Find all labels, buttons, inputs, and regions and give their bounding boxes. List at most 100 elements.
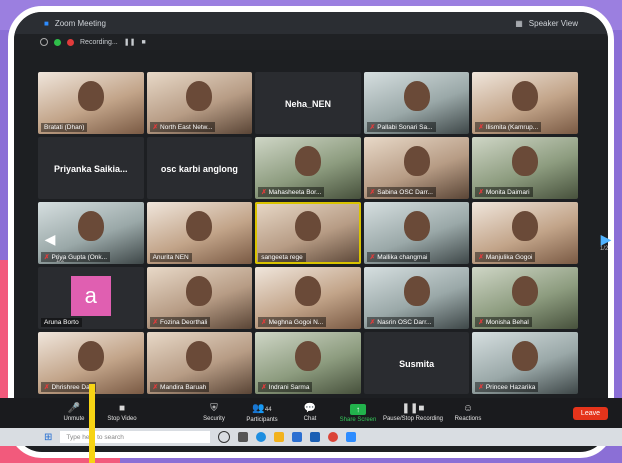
video-grid: Bratati (Dhan) ✗ North East Netw... Neha_NE… — [38, 72, 578, 394]
window-title: Zoom Meeting — [54, 18, 106, 28]
chat-button[interactable]: 💬 Chat — [286, 403, 334, 423]
participant-name-label: ✗ Nasrin OSC Darr... — [366, 317, 435, 327]
participant-tile[interactable]: Priyanka Saikia... — [38, 137, 144, 199]
participant-name-label: ✗ Manjulika Gogoi — [475, 252, 536, 262]
participant-name-label: ✗ Mahasheeta Bor... — [258, 187, 325, 197]
muted-mic-icon: ✗ — [44, 384, 50, 391]
participant-name: Ilismita (Kamrup... — [485, 124, 539, 131]
muted-mic-icon: ✗ — [369, 124, 376, 131]
participant-name-label: Anurita NEN — [149, 253, 192, 262]
yellow-accent-bar — [89, 384, 95, 463]
stop-video-button[interactable]: ■ Stop Video — [98, 403, 146, 423]
mail-icon[interactable] — [310, 432, 321, 442]
participant-tile[interactable]: Bratati (Dhan) — [38, 72, 144, 134]
muted-mic-icon: ✗ — [369, 254, 376, 261]
security-shield-icon[interactable] — [54, 38, 61, 46]
speaker-view-icon[interactable]: ▦ — [515, 19, 523, 28]
participant-name: Dhrishree Das — [51, 384, 93, 391]
muted-mic-icon: ✗ — [369, 319, 376, 326]
participant-tile[interactable]: ✗ Fozina Deorthali — [146, 267, 253, 329]
share-screen-label: Share Screen — [339, 416, 377, 423]
stop-recording-icon[interactable]: ■ — [141, 39, 145, 46]
pause-stop-recording-label: Pause/Stop Recording — [382, 416, 444, 422]
zoom-logo-icon: ■ — [44, 18, 49, 28]
muted-mic-icon: ✗ — [261, 384, 267, 391]
security-label: Security — [203, 416, 225, 422]
participant-tile[interactable]: ✗ Mandira Baruah — [146, 332, 253, 394]
participant-tile[interactable]: ✗ Monisha Behal — [472, 267, 578, 329]
page-indicator-left: 1/2 — [56, 258, 65, 264]
participant-video-face — [186, 80, 213, 111]
leave-button[interactable]: Leave — [572, 407, 608, 420]
muted-mic-icon: ✗ — [478, 189, 484, 196]
participant-name-label: ✗ Priya Gupta (Onk... — [41, 252, 111, 262]
reactions-button[interactable]: ☺ Reactions — [444, 404, 492, 423]
stop-video-label: Stop Video — [107, 416, 137, 422]
chat-bubble-icon: 💬 — [303, 403, 317, 414]
participant-video-face — [77, 210, 104, 241]
participant-name: Anurita NEN — [152, 254, 189, 261]
video-camera-icon: ■ — [118, 403, 126, 414]
security-button[interactable]: ⛨ Security — [190, 404, 238, 423]
participant-tile[interactable]: ✗ Monita Daimari — [472, 137, 578, 199]
participant-name-label: Aruna Borto — [41, 318, 82, 327]
participant-name-label: ✗ Ilismita (Kamrup... — [475, 122, 542, 132]
participants-button[interactable]: 👥44 Participants — [238, 403, 286, 423]
participant-tile[interactable]: ✗ Princee Hazarika — [472, 332, 578, 394]
participant-tile[interactable]: ✗ Indrani Sarma — [255, 332, 361, 394]
participant-name-label: ✗ Fozina Deorthali — [149, 317, 211, 327]
participant-video-face — [294, 340, 321, 371]
participant-video-face — [294, 145, 321, 176]
reactions-label: Reactions — [454, 416, 482, 422]
participant-tile[interactable]: ✗ Mahasheeta Bor... — [255, 137, 361, 199]
muted-mic-icon: ✗ — [478, 384, 484, 391]
participant-video-face — [512, 80, 539, 111]
participant-name-label: ✗ Dhrishree Das — [41, 382, 96, 392]
info-icon[interactable] — [40, 38, 48, 46]
share-screen-button[interactable]: ↑ Share Screen — [334, 403, 382, 423]
participant-tile[interactable]: a Aruna Borto — [38, 267, 144, 329]
participant-tile[interactable]: ✗ Manjulika Gogoi — [472, 202, 578, 264]
participant-video-face — [403, 80, 430, 111]
prev-page-arrow-icon[interactable]: ◀ — [44, 226, 56, 252]
participant-tile[interactable]: ✗ Mallika changmai — [363, 202, 470, 264]
unmute-label: Unmute — [63, 416, 85, 422]
speaker-view-button[interactable]: Speaker View — [529, 19, 578, 28]
participant-name: Bratati (Dhan) — [44, 124, 85, 131]
cortana-icon[interactable] — [218, 431, 231, 443]
muted-mic-icon: ✗ — [152, 319, 159, 326]
participant-tile[interactable]: Anurita NEN — [146, 202, 253, 264]
pause-stop-recording-button[interactable]: ❚❚■ Pause/Stop Recording — [382, 404, 444, 423]
participant-tile[interactable]: ✗ Pallabi Sonari Sa... — [363, 72, 470, 134]
edge-browser-icon[interactable] — [256, 432, 267, 442]
participant-name: Aruna Borto — [44, 319, 79, 326]
participant-tile[interactable]: ✗ Meghna Gogoi N... — [255, 267, 361, 329]
participant-tile[interactable]: osc karbi anglong — [146, 137, 253, 199]
participant-avatar: a — [70, 275, 111, 316]
share-screen-icon: ↑ — [350, 403, 366, 415]
participant-tile[interactable]: ✗ Nasrin OSC Darr... — [363, 267, 470, 329]
chrome-icon[interactable] — [328, 432, 339, 442]
participant-name: Indrani Sarma — [268, 384, 310, 391]
participant-tile[interactable]: ✗ Sabina OSC Darr... — [363, 137, 470, 199]
participant-name-label: ✗ Monisha Behal — [475, 317, 532, 327]
participant-name: Meghna Gogoi N... — [268, 319, 324, 326]
file-explorer-icon[interactable] — [274, 432, 285, 442]
participant-tile[interactable]: ✗ Ilismita (Kamrup... — [472, 72, 578, 134]
store-icon[interactable] — [292, 432, 303, 442]
participant-center-name: Priyanka Saikia... — [54, 164, 128, 175]
participant-tile[interactable]: Neha_NEN — [255, 72, 361, 134]
taskbar-search-input[interactable]: Type here to search — [60, 431, 211, 443]
taskbar-search-placeholder: Type here to search — [66, 433, 124, 441]
task-view-icon[interactable] — [238, 432, 249, 442]
participant-name-label: ✗ Sabina OSC Darr... — [366, 187, 436, 197]
participant-name: Mahasheeta Bor... — [268, 189, 322, 196]
participant-tile[interactable]: ✗ North East Netw... — [146, 72, 253, 134]
participant-tile[interactable]: Susmita — [363, 332, 470, 394]
participant-video-face — [186, 275, 213, 306]
zoom-app-icon[interactable] — [346, 432, 357, 442]
participant-tile[interactable]: sangeeta rege — [255, 202, 361, 264]
participant-name-label: sangeeta rege — [258, 253, 306, 262]
pause-recording-icon[interactable]: ❚❚ — [124, 38, 136, 46]
windows-start-icon[interactable]: ⊞ — [44, 432, 52, 443]
